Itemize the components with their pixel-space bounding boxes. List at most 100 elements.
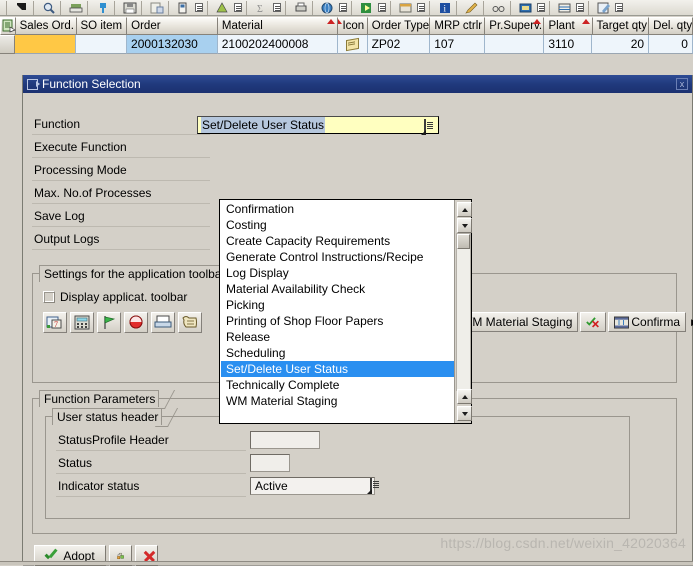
field-divider (56, 496, 246, 497)
cell-material[interactable]: 2100202400008 (218, 35, 338, 54)
grid-col-label: Del. qty (653, 20, 692, 32)
grid-col-material[interactable]: Material (218, 17, 339, 35)
grid-icon[interactable] (556, 1, 573, 15)
sum-icon[interactable]: Σ (253, 1, 270, 15)
application-toolbar[interactable]: Σ i (0, 0, 693, 16)
grid-col-mrp-ctrlr[interactable]: MRP ctrlr (430, 17, 485, 35)
grid-col-label: Sales Ord. (20, 20, 74, 32)
appbar-item-wm-material-staging[interactable]: WM Material Staging (455, 312, 578, 332)
cell-so-item[interactable] (76, 35, 127, 54)
layout-dropdown-icon[interactable] (415, 1, 426, 15)
export-dropdown-icon[interactable] (376, 1, 387, 15)
checkbox-box[interactable] (43, 291, 55, 303)
function-combo-dropdown-icon[interactable] (424, 119, 436, 132)
dropdown-option-selected[interactable]: Set/Delete User Status (221, 361, 455, 377)
function-combo[interactable]: Set/Delete User Status (197, 116, 439, 134)
order-grid[interactable]: Sales Ord. SO item Order Material Icon O… (0, 17, 693, 54)
globe-icon[interactable] (319, 1, 336, 15)
cell-target-qty[interactable]: 20 (592, 35, 649, 54)
grid-col-target-qty[interactable]: Target qty (593, 17, 650, 35)
print-preview-icon[interactable] (67, 1, 84, 15)
dropdown-option[interactable]: Material Availability Check (221, 281, 455, 297)
scroll-up-button-bottom[interactable] (457, 389, 472, 404)
dialog-title-bar[interactable]: Function Selection x (23, 75, 692, 93)
dropdown-option[interactable]: Confirmation (221, 201, 455, 217)
grid-col-pr-superv[interactable]: Pr.Superv. (485, 17, 544, 35)
cell-plant[interactable]: 3110 (544, 35, 592, 54)
cell-del-qty[interactable]: 0 (649, 35, 693, 54)
table-row[interactable]: 2000132030 2100202400008 ZP02 107 3110 2… (0, 35, 693, 54)
document-add-icon[interactable] (148, 1, 165, 15)
function-dropdown-options[interactable]: Confirmation Costing Create Capacity Req… (221, 201, 455, 424)
paste-icon[interactable] (175, 1, 192, 15)
scroll-down-button[interactable] (457, 406, 472, 421)
field-divider (56, 473, 246, 474)
edit-note-dropdown-icon[interactable] (613, 1, 624, 15)
dropdown-scrollbar[interactable] (454, 200, 471, 423)
dropdown-option[interactable]: Costing (221, 217, 455, 233)
pencil-icon[interactable] (463, 1, 480, 15)
dropdown-option[interactable]: Picking (221, 297, 455, 313)
indicator-status-dropdown-icon[interactable] (370, 479, 372, 493)
scroll-down-button-top[interactable] (457, 218, 472, 233)
close-icon[interactable]: x (676, 78, 688, 90)
sum-dropdown-icon[interactable] (271, 1, 282, 15)
statusprofile-header-input[interactable] (250, 431, 320, 449)
folder-dropdown-icon[interactable] (535, 1, 546, 15)
grid-dropdown-icon[interactable] (574, 1, 585, 15)
print-icon[interactable] (292, 1, 309, 15)
row-selector[interactable] (0, 35, 15, 54)
dropdown-option[interactable]: Technically Complete (221, 377, 455, 393)
globe-dropdown-icon[interactable] (337, 1, 348, 15)
glasses-icon[interactable] (490, 1, 507, 15)
dropdown-option[interactable]: Create Capacity Requirements (221, 233, 455, 249)
scrollbar-thumb[interactable] (457, 234, 470, 249)
back-arrow-icon[interactable] (13, 1, 30, 15)
dropdown-option[interactable]: Printing of Shop Floor Papers (221, 313, 455, 329)
dropdown-option[interactable]: WM Material Staging (221, 393, 455, 409)
scrollbar-track[interactable] (456, 233, 471, 391)
function-dropdown-list[interactable]: Confirmation Costing Create Capacity Req… (219, 199, 472, 424)
cell-order[interactable]: 2000132030 (127, 35, 218, 54)
dropdown-option[interactable]: Release (221, 329, 455, 345)
label-statusprofile-header: StatusProfile Header (58, 433, 169, 447)
folder-icon[interactable] (517, 1, 534, 15)
display-applicat-toolbar-checkbox[interactable]: Display applicat. toolbar (43, 290, 187, 304)
grid-col-plant[interactable]: Plant (544, 17, 592, 35)
window-icon (27, 79, 38, 90)
check-delete-icon[interactable] (580, 312, 606, 332)
dropdown-option[interactable]: Scheduling (221, 345, 455, 361)
scroll-up-button[interactable] (457, 202, 472, 217)
grid-col-order-type[interactable]: Order Type (368, 17, 431, 35)
cell-mrp-ctrlr[interactable]: 107 (430, 35, 485, 54)
svg-text:Σ: Σ (257, 4, 263, 14)
status-input[interactable] (250, 454, 290, 472)
field-row-output-logs: Output Logs (32, 230, 210, 250)
pin-icon[interactable] (94, 1, 111, 15)
grid-col-icon[interactable]: Icon (338, 17, 367, 35)
dropdown-option[interactable]: Log Display (221, 265, 455, 281)
cell-icon[interactable] (338, 35, 367, 54)
cell-pr-superv[interactable] (485, 35, 544, 54)
cell-sales-ord[interactable] (15, 35, 76, 54)
chart-dropdown-icon[interactable] (232, 1, 243, 15)
grid-col-so-item[interactable]: SO item (77, 17, 128, 35)
paste-dropdown-icon[interactable] (193, 1, 204, 15)
save-icon[interactable] (121, 1, 138, 15)
layout-icon[interactable] (397, 1, 414, 15)
export-icon[interactable] (358, 1, 375, 15)
indicator-status-combo[interactable]: Active (250, 477, 375, 495)
field-row-save-log: Save Log (32, 207, 210, 227)
appbar-item-confirmation[interactable]: Confirma (608, 312, 686, 332)
function-parameters-title-text: Function Parameters (44, 391, 155, 407)
grid-col-del-qty[interactable]: Del. qty (649, 17, 693, 35)
info-icon[interactable]: i (436, 1, 453, 15)
grid-select-all-icon[interactable] (0, 17, 16, 35)
magnifier-icon[interactable] (40, 1, 57, 15)
edit-note-icon[interactable] (595, 1, 612, 15)
chart-icon[interactable] (214, 1, 231, 15)
cell-order-type[interactable]: ZP02 (368, 35, 431, 54)
dropdown-option[interactable]: Generate Control Instructions/Recipe (221, 249, 455, 265)
grid-col-order[interactable]: Order (127, 17, 218, 35)
grid-col-sales-ord[interactable]: Sales Ord. (16, 17, 77, 35)
